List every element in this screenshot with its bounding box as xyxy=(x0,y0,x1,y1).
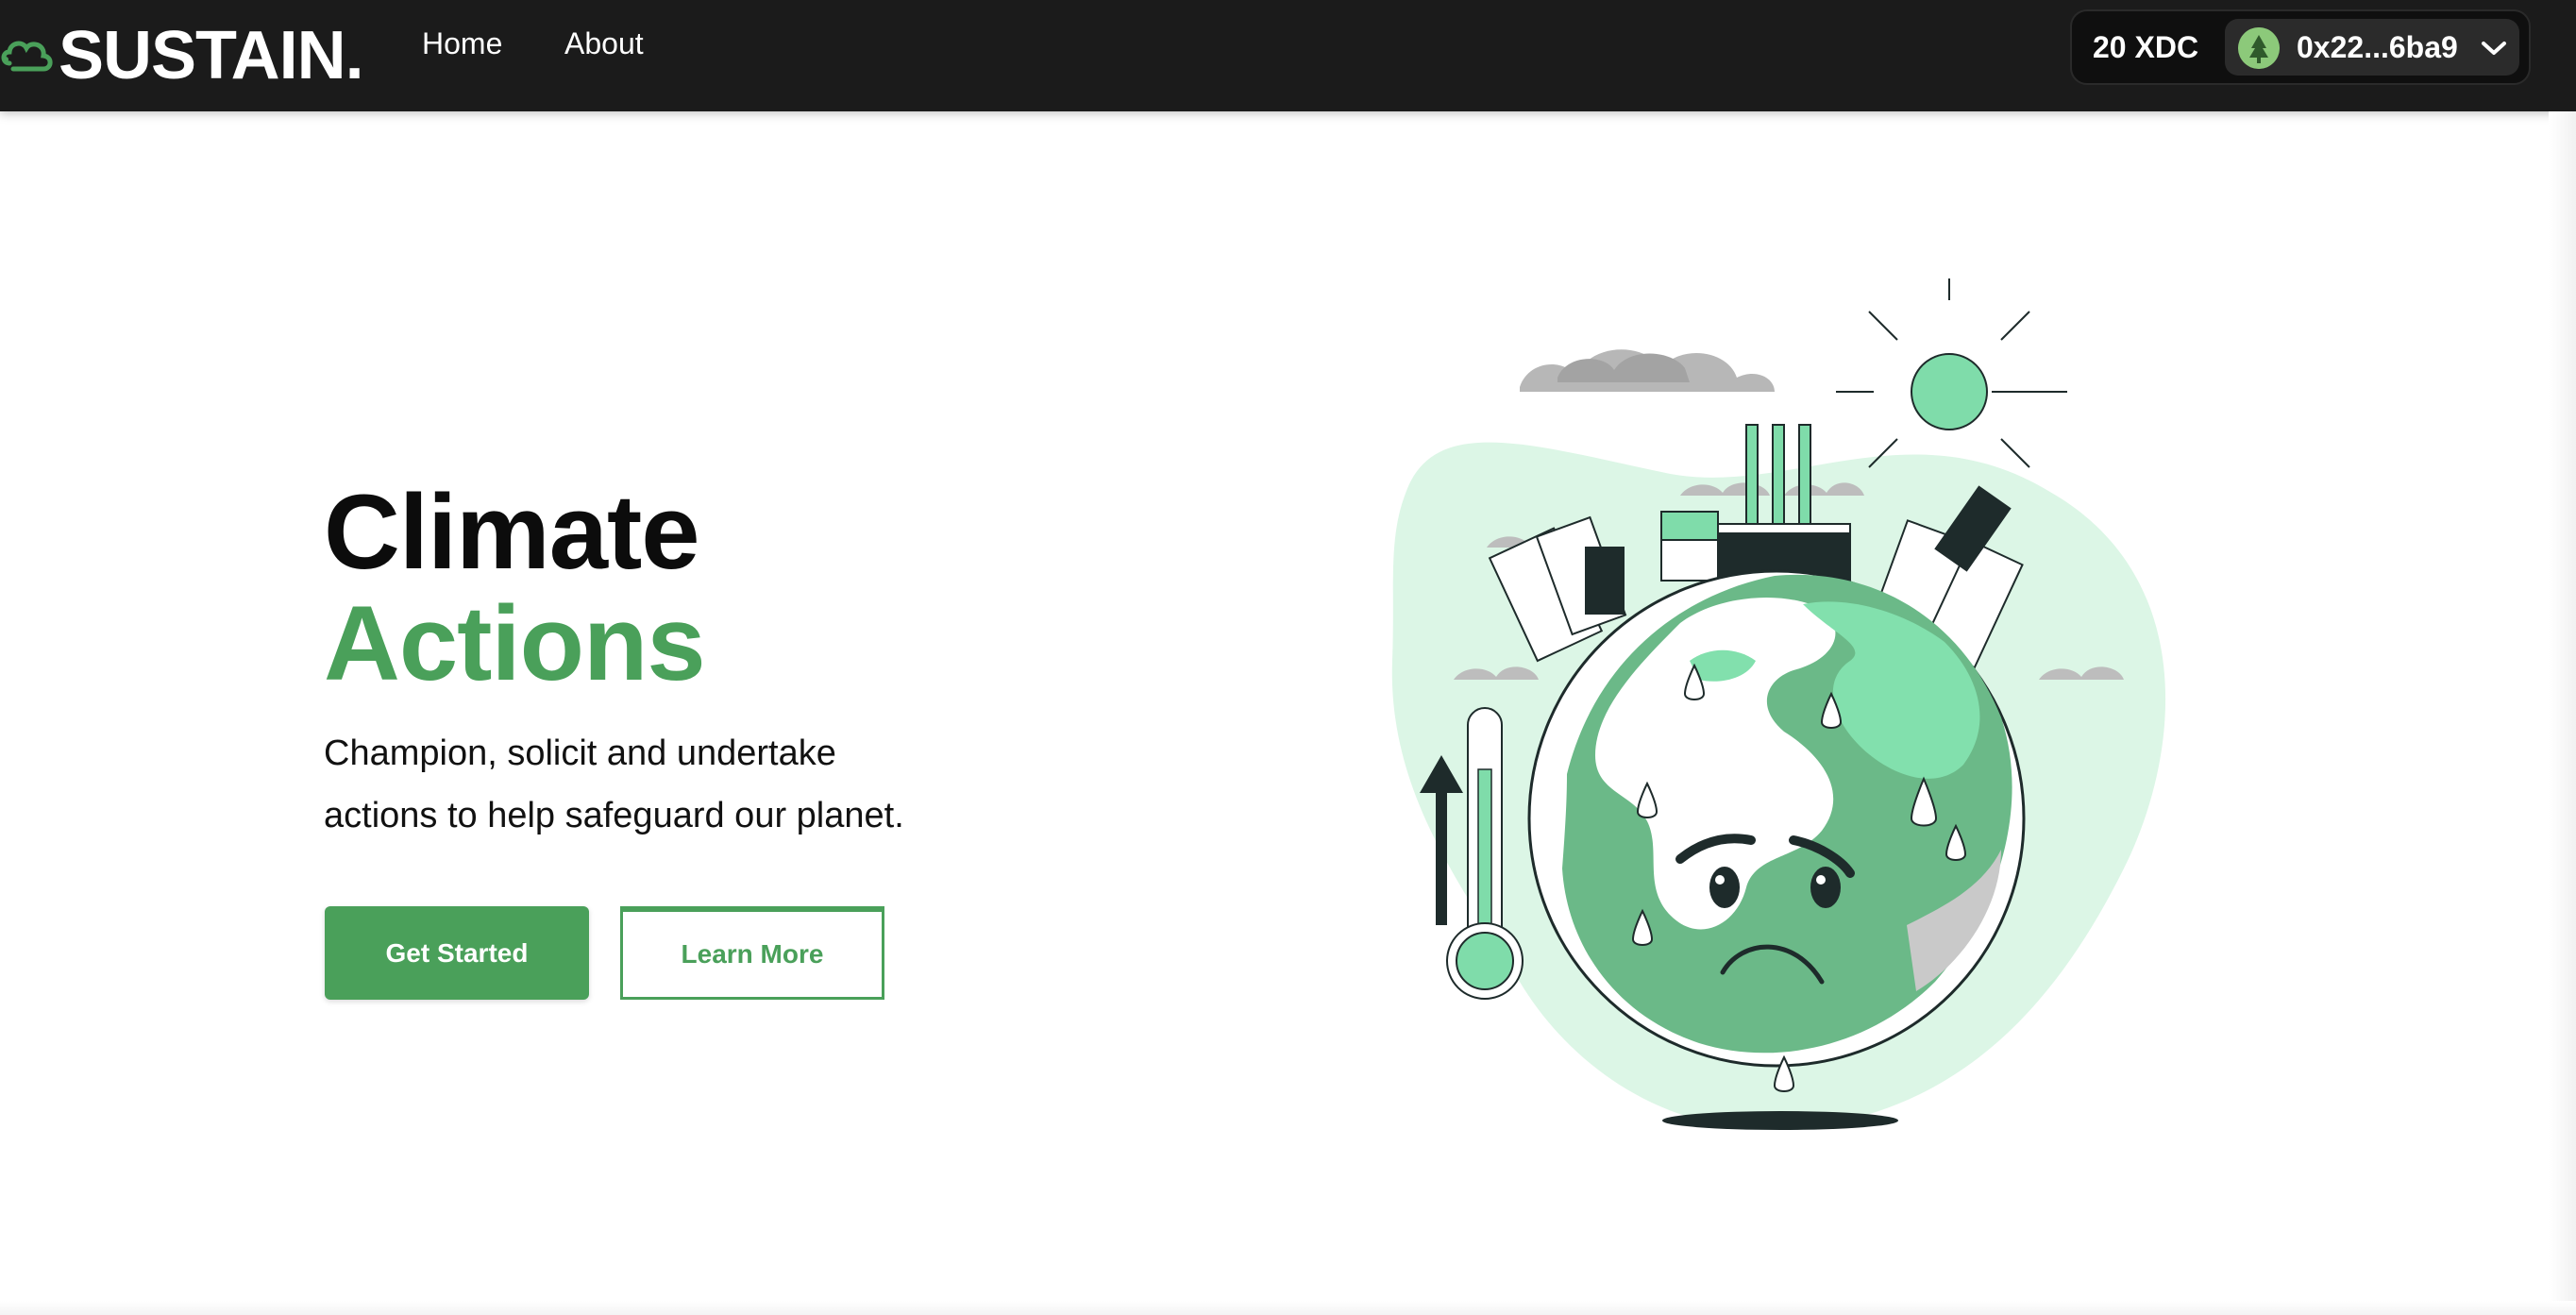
brand-logo[interactable]: SUSTAIN. xyxy=(0,13,364,98)
sad-earth-illustration xyxy=(1391,278,2166,1130)
brand-name: SUSTAIN. xyxy=(59,18,364,93)
get-started-button[interactable]: Get Started xyxy=(325,906,589,1000)
cloud-leaf-icon xyxy=(1,41,53,72)
account-address: 0x22...6ba9 xyxy=(2297,30,2458,64)
nav-link-home[interactable]: Home xyxy=(422,26,502,61)
hero-subtitle: Champion, solicit and undertake actions … xyxy=(324,722,985,847)
hero-subtitle-line-1: Champion, solicit and undertake xyxy=(324,733,836,773)
learn-more-button[interactable]: Learn More xyxy=(620,906,884,1000)
wallet-balance: 20 XDC xyxy=(2093,30,2199,64)
chevron-down-icon xyxy=(2482,42,2506,55)
hero-title: Climate Actions xyxy=(324,473,706,702)
page-scroll-shadow xyxy=(2549,111,2576,1315)
hero-title-line-1: Climate xyxy=(324,473,700,591)
page-bottom-shadow xyxy=(0,1301,2576,1315)
tree-avatar-icon xyxy=(2238,27,2280,69)
hero-title-line-2: Actions xyxy=(324,584,706,702)
nav-link-about[interactable]: About xyxy=(564,26,644,61)
hero-subtitle-line-2: actions to help safeguard our planet. xyxy=(324,796,904,835)
top-navbar: SUSTAIN. Home About 20 XDC 0x22...6ba9 xyxy=(0,0,2576,111)
smoke-clouds xyxy=(1520,349,1775,392)
account-button[interactable]: 0x22...6ba9 xyxy=(2225,19,2519,76)
wallet-widget: 20 XDC 0x22...6ba9 xyxy=(2070,9,2531,85)
